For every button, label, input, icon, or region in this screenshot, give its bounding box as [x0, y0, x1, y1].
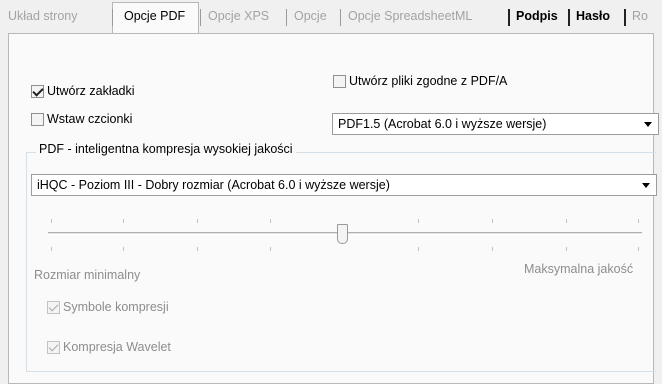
pdf-version-value: PDF1.5 (Acrobat 6.0 i wyższe wersje) — [338, 117, 547, 131]
slider-tick — [492, 219, 493, 223]
tab-strip: Układ strony Opcje PDF Opcje XPS Opcje O… — [0, 0, 662, 34]
pdf-version-select[interactable]: PDF1.5 (Acrobat 6.0 i wyższe wersje) — [332, 113, 659, 135]
slider-tick — [270, 247, 271, 251]
tab-separator — [624, 9, 626, 26]
slider-tick — [638, 219, 639, 223]
create-bookmarks-label: Utwórz zakładki — [47, 84, 135, 98]
slider-tick — [418, 219, 419, 223]
wavelet-compression-checkbox[interactable] — [47, 340, 60, 354]
tab-options[interactable]: Opcje — [289, 4, 332, 29]
compression-symbols-label: Symbole kompresji — [63, 300, 169, 314]
tab-truncated[interactable]: Ro — [627, 4, 653, 29]
slider-tick — [566, 247, 567, 251]
tab-spreadsheetml-options[interactable]: Opcje SpreadsheetML — [343, 4, 477, 29]
slider-min-label: Rozmiar minimalny — [34, 268, 141, 282]
slider-tick — [418, 247, 419, 251]
slider-tick — [51, 247, 52, 251]
create-bookmarks-checkbox[interactable] — [31, 84, 44, 98]
compression-group-title: PDF - inteligentna kompresja wysokiej ja… — [36, 142, 296, 156]
tab-separator — [286, 9, 287, 26]
tab-pdf-options[interactable]: Opcje PDF — [119, 4, 190, 29]
dropdown-arrow-icon — [642, 183, 650, 188]
slider-tick — [638, 247, 639, 251]
compression-level-select[interactable]: iHQC - Poziom III - Dobry rozmiar (Acrob… — [31, 174, 657, 196]
slider-tick — [51, 219, 52, 223]
tab-separator — [340, 9, 341, 26]
slider-tick — [270, 219, 271, 223]
compression-level-value: iHQC - Poziom III - Dobry rozmiar (Acrob… — [37, 178, 390, 192]
slider-tick — [123, 247, 124, 251]
embed-fonts-option[interactable]: Wstaw czcionki — [31, 110, 132, 128]
pdfa-option[interactable]: Utwórz pliki zgodne z PDF/A — [333, 72, 507, 90]
embed-fonts-checkbox[interactable] — [31, 112, 44, 126]
slider-tick — [197, 247, 198, 251]
tab-signature[interactable]: Podpis — [511, 4, 563, 29]
slider-tick — [566, 219, 567, 223]
tab-xps-options[interactable]: Opcje XPS — [203, 4, 274, 29]
tab-password[interactable]: Hasło — [571, 4, 615, 29]
tab-separator — [568, 9, 570, 26]
pdfa-checkbox[interactable] — [333, 74, 346, 88]
slider-tick — [197, 219, 198, 223]
dropdown-arrow-icon — [644, 122, 652, 127]
wavelet-compression-option[interactable]: Kompresja Wavelet — [47, 338, 171, 356]
tab-page-layout[interactable]: Układ strony — [3, 4, 82, 29]
tab-separator — [508, 9, 510, 26]
compression-symbols-option[interactable]: Symbole kompresji — [47, 298, 169, 316]
slider-tick — [123, 219, 124, 223]
slider-tick — [492, 247, 493, 251]
wavelet-compression-label: Kompresja Wavelet — [63, 340, 171, 354]
embed-fonts-label: Wstaw czcionki — [47, 112, 133, 126]
compression-symbols-checkbox[interactable] — [47, 300, 60, 314]
slider-max-label: Maksymalna jakość — [524, 262, 634, 276]
tab-separator — [200, 9, 201, 26]
slider-thumb[interactable] — [337, 224, 348, 244]
tab-separator — [112, 9, 113, 26]
pdfa-label: Utwórz pliki zgodne z PDF/A — [349, 74, 508, 88]
create-bookmarks-option[interactable]: Utwórz zakładki — [31, 82, 135, 100]
